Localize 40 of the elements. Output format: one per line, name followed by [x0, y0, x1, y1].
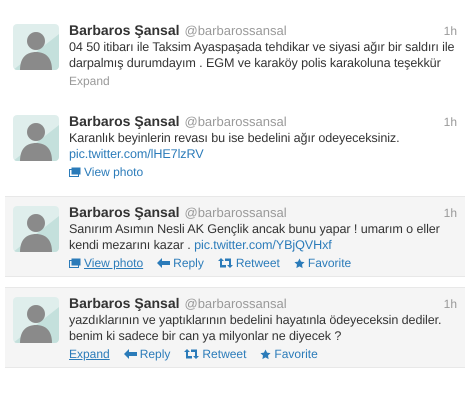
reply-link[interactable]: Reply [124, 347, 170, 361]
user-name[interactable]: Barbaros Şansal [69, 204, 180, 220]
user-handle: @barbarossansal [184, 114, 288, 129]
photo-link[interactable]: pic.twitter.com/lHE7lzRV [69, 147, 204, 161]
expand-link[interactable]: Expand [69, 74, 110, 88]
view-photo-link[interactable]: View photo [69, 165, 144, 179]
avatar[interactable] [13, 24, 59, 70]
retweet-link[interactable]: Retweet [218, 256, 280, 270]
tweet-text: Sanırım Asımın Nesli AK Gençlik ancak bunu yapar ! umarım o eller kendi mezarını kazar . pic.twitter.com/YBjQVHxf [69, 221, 441, 253]
tweet-time[interactable]: 1h [444, 297, 457, 311]
tweet-time[interactable]: 1h [444, 206, 457, 220]
photo-icon [69, 167, 81, 177]
reply-link[interactable]: Reply [157, 256, 204, 270]
user-handle: @barbarossansal [184, 205, 288, 220]
avatar[interactable] [13, 115, 59, 161]
user-name[interactable]: Barbaros Şansal [69, 22, 180, 38]
star-icon [294, 258, 305, 268]
expand-link[interactable]: Expand [69, 347, 110, 361]
star-icon [260, 348, 272, 360]
tweet-time[interactable]: 1h [444, 115, 457, 129]
favorite-link[interactable]: Favorite [260, 347, 318, 361]
tweet-text: 04 50 itibarı ile Taksim Ayaspaşada tehdikar ve siyasi ağır bir saldırı ile darpalmış durumdayım . EGM ve karaköy polis karakoluna teşekkür [69, 39, 456, 71]
user-name[interactable]: Barbaros Şansal [69, 113, 180, 129]
reply-arrow-icon [157, 258, 170, 268]
user-handle: @barbarossansal [184, 23, 288, 38]
user-handle: @barbarossansal [184, 296, 288, 311]
retweet-icon [218, 258, 233, 268]
photo-icon [69, 258, 81, 268]
avatar[interactable] [13, 297, 59, 343]
retweet-icon [184, 349, 200, 359]
photo-link[interactable]: pic.twitter.com/YBjQVHxf [194, 238, 332, 252]
tweet-text: yazdıklarının ve yaptıklarının bedelini hayatınla ödeyeceksin dediler. benim ki sadece bir can ya milyonlar ne diyecek ? [69, 312, 442, 344]
retweet-link[interactable]: Retweet [184, 347, 246, 361]
avatar[interactable] [13, 206, 59, 252]
tweet-text: Karanlık beyinlerin revası bu ise bedelini ağır odeyeceksiniz. pic.twitter.com/lHE7lzRV [69, 130, 401, 162]
view-photo-link[interactable]: View photo [69, 256, 144, 270]
reply-arrow-icon [124, 349, 137, 359]
user-name[interactable]: Barbaros Şansal [69, 295, 180, 311]
favorite-link[interactable]: Favorite [294, 256, 352, 270]
tweet-time[interactable]: 1h [444, 24, 457, 38]
